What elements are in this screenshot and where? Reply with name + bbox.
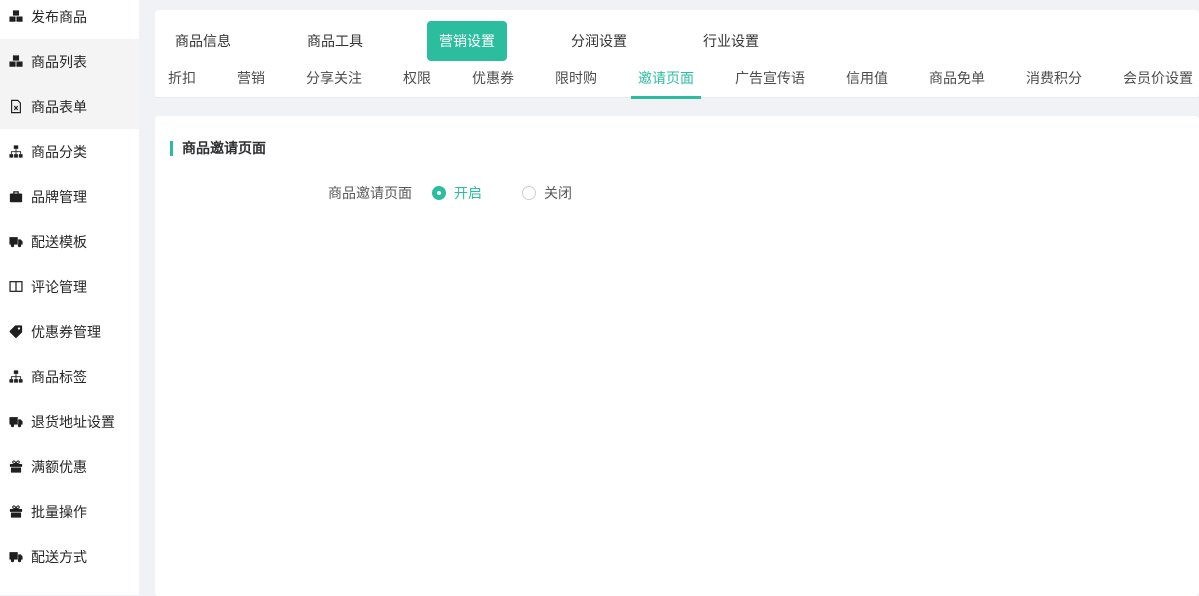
radio-option[interactable]: 关闭 xyxy=(522,183,572,203)
sidebar-item-label: 商品分类 xyxy=(31,142,87,162)
section-title: 商品邀请页面 xyxy=(170,138,1199,158)
file-excel-icon xyxy=(9,99,23,114)
sidebar-item[interactable]: 批量操作 xyxy=(0,489,139,534)
sidebar-item-label: 发布商品 xyxy=(31,7,87,27)
gift-icon xyxy=(9,459,23,474)
gift-icon xyxy=(9,504,23,519)
radio-circle-icon xyxy=(432,186,446,200)
sitemap-icon xyxy=(9,144,23,159)
tab-primary[interactable]: 商品信息 xyxy=(163,21,243,61)
tab-primary[interactable]: 行业设置 xyxy=(691,21,771,61)
sidebar: 发布商品 商品列表 商品表单 商品分类 xyxy=(0,0,139,595)
sidebar-item[interactable]: 满额优惠 xyxy=(0,444,139,489)
tag-icon xyxy=(9,324,23,339)
tab-secondary[interactable]: 优惠券 xyxy=(472,58,514,98)
cubes-icon xyxy=(9,54,23,69)
briefcase-icon xyxy=(9,189,23,204)
truck-icon xyxy=(9,549,23,564)
radio-option-label: 关闭 xyxy=(544,183,572,203)
truck-icon xyxy=(9,234,23,249)
sidebar-item[interactable]: 配送方式 xyxy=(0,534,139,579)
secondary-tabs: 折扣 营销 分享关注 权限 优惠券 限时购 邀请页面 广告宣传语 信用值 xyxy=(155,58,1199,98)
sidebar-item-label: 配送方式 xyxy=(31,547,87,567)
tab-secondary[interactable]: 消费积分 xyxy=(1026,58,1082,98)
sidebar-item[interactable]: 配送模板 xyxy=(0,219,139,264)
section-title-bar-icon xyxy=(170,141,173,156)
sidebar-item-label: 商品表单 xyxy=(31,97,87,117)
truck-icon xyxy=(9,414,23,429)
tab-primary[interactable]: 分润设置 xyxy=(559,21,639,61)
content-card: 商品邀请页面 商品邀请页面 开启 关闭 xyxy=(155,116,1199,596)
form-label: 商品邀请页面 xyxy=(328,183,412,203)
sidebar-item-label: 配送模板 xyxy=(31,232,87,252)
sidebar-item-label: 退货地址设置 xyxy=(31,412,115,432)
tabs-card: 商品信息 商品工具 营销设置 分润设置 行业设置 折扣 营销 分享关注 xyxy=(155,10,1199,98)
tab-secondary[interactable]: 商品免单 xyxy=(929,58,985,98)
radio-circle-icon xyxy=(522,186,536,200)
sidebar-item-label: 品牌管理 xyxy=(31,187,87,207)
columns-icon xyxy=(9,279,23,294)
sidebar-item[interactable]: 评论管理 xyxy=(0,264,139,309)
radio-option[interactable]: 开启 xyxy=(432,183,482,203)
sidebar-item-label: 商品标签 xyxy=(31,367,87,387)
tab-secondary[interactable]: 邀请页面 xyxy=(638,58,694,98)
section-title-text: 商品邀请页面 xyxy=(182,138,266,158)
sidebar-item-label: 评论管理 xyxy=(31,277,87,297)
radio-option-label: 开启 xyxy=(454,183,482,203)
tab-secondary[interactable]: 广告宣传语 xyxy=(735,58,805,98)
tab-secondary[interactable]: 折扣 xyxy=(168,58,196,98)
tab-secondary[interactable]: 分享关注 xyxy=(306,58,362,98)
sidebar-item[interactable]: 商品表单 xyxy=(0,84,139,129)
tab-secondary[interactable]: 限时购 xyxy=(555,58,597,98)
radio-group: 开启 关闭 xyxy=(432,183,572,203)
tab-secondary[interactable]: 营销 xyxy=(237,58,265,98)
tab-primary[interactable]: 营销设置 xyxy=(427,21,507,61)
sidebar-item[interactable]: 商品列表 xyxy=(0,39,139,84)
sidebar-item-label: 批量操作 xyxy=(31,502,87,522)
tab-secondary[interactable]: 信用值 xyxy=(846,58,888,98)
tab-secondary[interactable]: 会员价设置 xyxy=(1123,58,1193,98)
sidebar-item[interactable]: 商品标签 xyxy=(0,354,139,399)
tab-secondary[interactable]: 权限 xyxy=(403,58,431,98)
sidebar-item[interactable]: 发布商品 xyxy=(0,0,139,39)
sidebar-item[interactable]: 品牌管理 xyxy=(0,174,139,219)
sitemap-icon xyxy=(9,369,23,384)
sidebar-item-label: 优惠券管理 xyxy=(31,322,101,342)
tab-primary[interactable]: 商品工具 xyxy=(295,21,375,61)
primary-tabs: 商品信息 商品工具 营销设置 分润设置 行业设置 xyxy=(155,10,1199,58)
sidebar-item[interactable]: 优惠券管理 xyxy=(0,309,139,354)
sidebar-item[interactable]: 商品分类 xyxy=(0,129,139,174)
invite-page-form-row: 商品邀请页面 开启 关闭 xyxy=(155,183,1199,203)
sidebar-item[interactable]: 退货地址设置 xyxy=(0,399,139,444)
sidebar-item-label: 商品列表 xyxy=(31,52,87,72)
main-area: 商品信息 商品工具 营销设置 分润设置 行业设置 折扣 营销 分享关注 xyxy=(155,0,1199,595)
sidebar-menu: 发布商品 商品列表 商品表单 商品分类 xyxy=(0,0,139,579)
cubes-icon xyxy=(9,9,23,24)
sidebar-item-label: 满额优惠 xyxy=(31,457,87,477)
